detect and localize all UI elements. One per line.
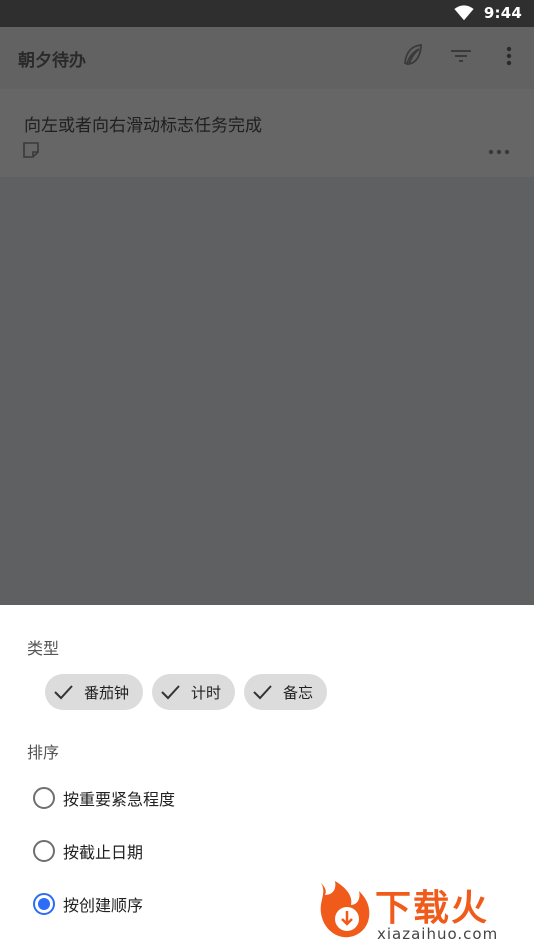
- chip-label: 备忘: [283, 683, 314, 702]
- filter-bottom-sheet: 类型 番茄钟 计时 备忘 排序 按重要紧急程度 按截止日期 按创建顺序 下载火 …: [0, 605, 534, 949]
- status-right: 9:44: [454, 4, 522, 22]
- filter-icon[interactable]: [448, 41, 474, 71]
- sort-section-label: 排序: [27, 743, 60, 762]
- watermark-text: 下载火: [375, 888, 490, 929]
- app-actions: [400, 41, 522, 71]
- sort-option-label: 按创建顺序: [63, 896, 144, 915]
- sort-option-label: 按重要紧急程度: [63, 790, 176, 809]
- task-title: 向左或者向右滑动标志任务完成: [24, 116, 262, 136]
- flame-download-icon: [320, 881, 370, 938]
- sort-option-priority[interactable]: 按重要紧急程度: [33, 786, 175, 810]
- app-title: 朝夕待办: [18, 51, 86, 71]
- status-bar: 9:44: [0, 0, 534, 27]
- app-bar: 朝夕待办: [0, 27, 534, 89]
- more-vertical-icon[interactable]: [496, 41, 522, 71]
- type-section-label: 类型: [27, 639, 60, 658]
- watermark-url: xiazaihuo.com: [377, 925, 499, 943]
- sort-option-created[interactable]: 按创建顺序: [33, 892, 143, 916]
- chip-pomodoro[interactable]: 番茄钟: [45, 674, 144, 710]
- type-chips: 番茄钟 计时 备忘: [45, 674, 328, 710]
- status-time: 9:44: [483, 4, 522, 22]
- note-icon: [23, 142, 39, 158]
- chip-timer[interactable]: 计时: [152, 674, 236, 710]
- more-horizontal-icon[interactable]: [488, 148, 510, 156]
- chip-label: 计时: [191, 683, 222, 702]
- chip-memo[interactable]: 备忘: [244, 674, 328, 710]
- task-card[interactable]: 向左或者向右滑动标志任务完成: [0, 89, 534, 177]
- watermark: 下载火 xiazaihuo.com: [313, 879, 528, 945]
- sort-option-deadline[interactable]: 按截止日期: [33, 839, 143, 863]
- feather-icon[interactable]: [400, 41, 426, 71]
- sort-option-label: 按截止日期: [63, 843, 144, 862]
- scrim[interactable]: [0, 177, 534, 605]
- chip-label: 番茄钟: [84, 683, 130, 702]
- radio-button[interactable]: [33, 787, 55, 809]
- radio-button[interactable]: [33, 840, 55, 862]
- wifi-icon: [454, 5, 474, 21]
- check-icon: [253, 685, 272, 700]
- check-icon: [161, 685, 180, 700]
- radio-button-selected[interactable]: [33, 893, 55, 915]
- check-icon: [54, 685, 73, 700]
